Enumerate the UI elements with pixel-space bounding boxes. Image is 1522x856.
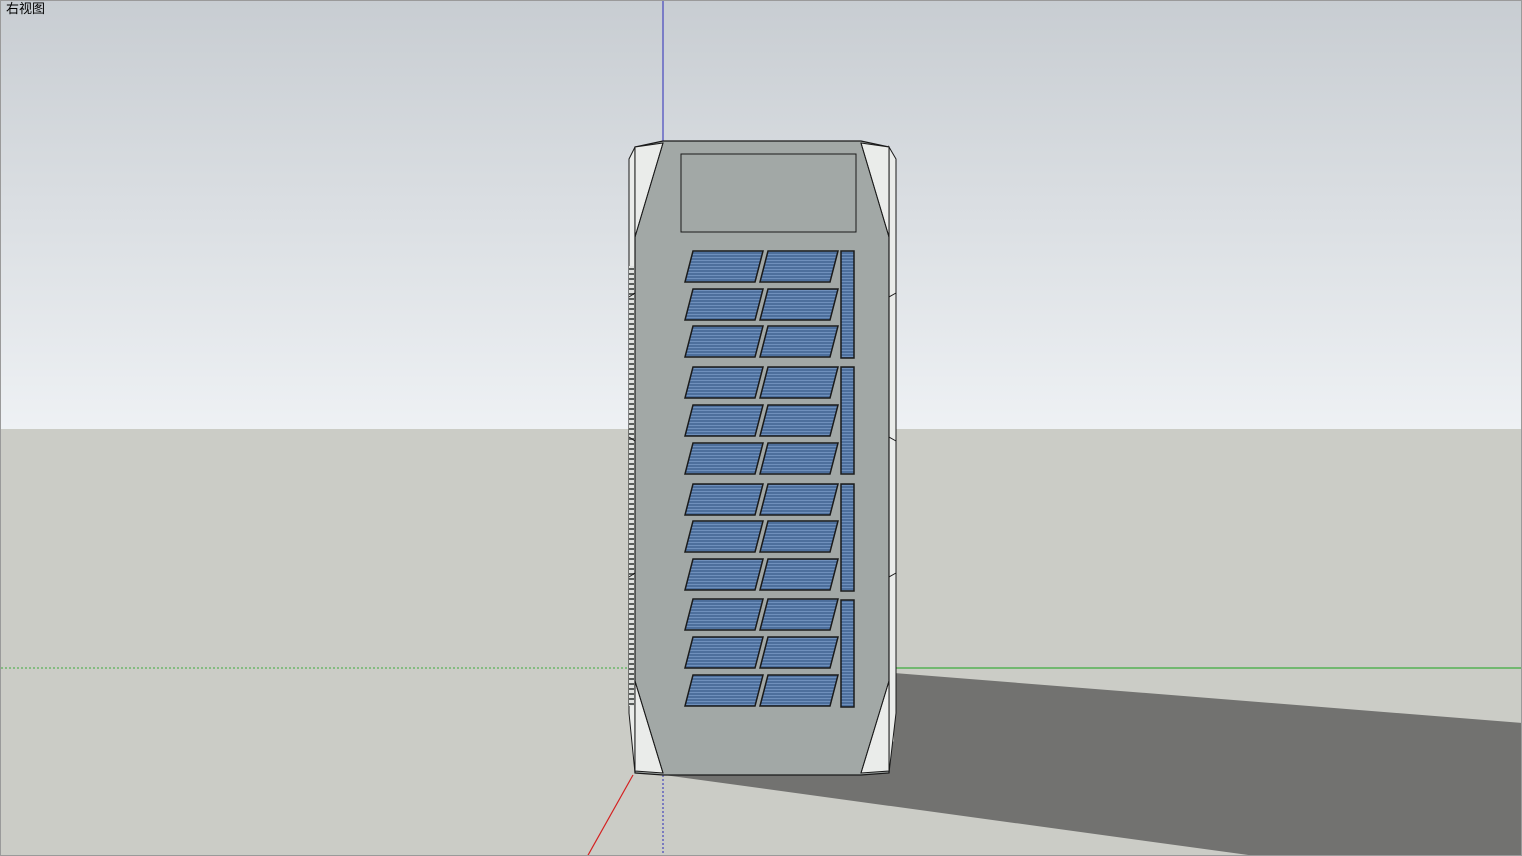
solar-panel[interactable] <box>684 366 764 399</box>
solar-panel[interactable] <box>759 325 839 358</box>
indicator-bar <box>840 483 855 592</box>
indicator-bar <box>840 599 855 708</box>
solar-panel[interactable] <box>759 483 839 516</box>
solar-panel[interactable] <box>759 674 839 707</box>
indicator-bar <box>840 366 855 475</box>
solar-panel[interactable] <box>684 288 764 321</box>
solar-panel[interactable] <box>759 250 839 283</box>
model-body[interactable] <box>628 140 897 776</box>
left-vent-strip <box>629 266 634 706</box>
solar-panel[interactable] <box>684 636 764 669</box>
right-side-strip[interactable] <box>888 145 897 774</box>
solar-panel[interactable] <box>684 598 764 631</box>
solar-panel[interactable] <box>759 520 839 553</box>
solar-panel[interactable] <box>684 558 764 591</box>
3d-viewport[interactable]: 右视图 <box>0 0 1522 856</box>
solar-panel[interactable] <box>759 366 839 399</box>
solar-panel[interactable] <box>684 325 764 358</box>
display-screen[interactable] <box>680 153 857 233</box>
scene-canvas[interactable] <box>1 1 1522 856</box>
solar-panel[interactable] <box>684 250 764 283</box>
solar-panel[interactable] <box>759 636 839 669</box>
solar-panel[interactable] <box>684 442 764 475</box>
solar-panel[interactable] <box>759 404 839 437</box>
solar-panel[interactable] <box>684 483 764 516</box>
solar-panel[interactable] <box>684 520 764 553</box>
solar-panel[interactable] <box>759 558 839 591</box>
solar-panel[interactable] <box>759 598 839 631</box>
indicator-bar <box>840 250 855 359</box>
solar-panel[interactable] <box>684 404 764 437</box>
solar-panel[interactable] <box>759 442 839 475</box>
solar-panel[interactable] <box>759 288 839 321</box>
solar-panel[interactable] <box>684 674 764 707</box>
view-name-label: 右视图 <box>6 2 46 17</box>
